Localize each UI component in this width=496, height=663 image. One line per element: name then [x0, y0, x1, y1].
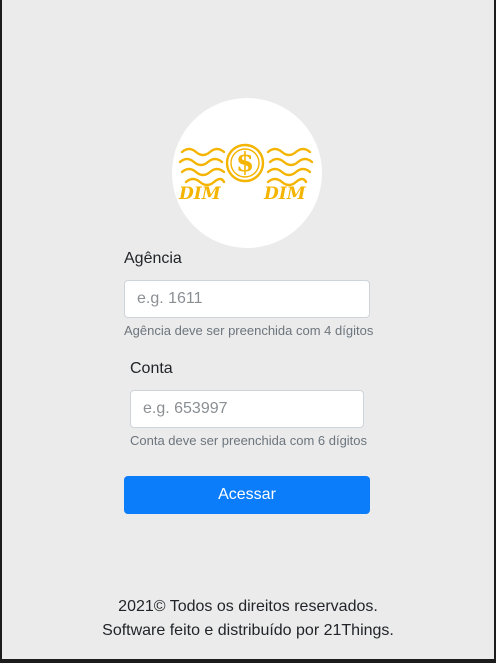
- dimdim-logo: $ DIM DIM: [172, 98, 322, 248]
- page-background: $ DIM DIM Agência Agência deve ser preen…: [2, 0, 494, 659]
- acessar-button[interactable]: Acessar: [124, 476, 370, 514]
- agencia-label: Agência: [124, 250, 182, 267]
- agencia-help-text: Agência deve ser preenchida com 4 dígito…: [124, 323, 374, 338]
- logo-left-text: DIM: [179, 184, 221, 204]
- conta-help-text: Conta deve ser preenchida com 6 dígitos: [130, 433, 368, 448]
- logo-dollar-sign: $: [235, 148, 255, 178]
- footer-credits: Software feito e distribuído por 21Thing…: [102, 622, 394, 639]
- footer-copyright: 2021© Todos os direitos reservados.: [118, 598, 378, 615]
- logo-right-text: DIM: [264, 184, 306, 204]
- conta-input[interactable]: [130, 390, 364, 428]
- agencia-input[interactable]: [124, 280, 370, 318]
- conta-label: Conta: [130, 360, 173, 377]
